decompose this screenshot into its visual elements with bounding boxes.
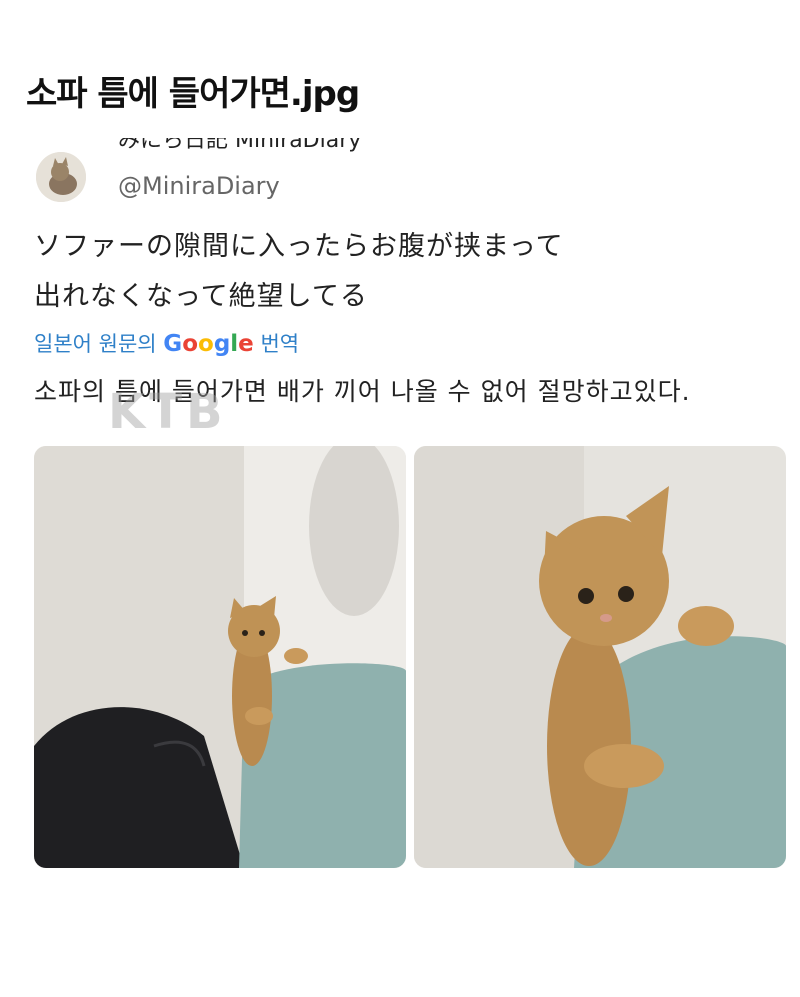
avatar[interactable] <box>36 152 86 202</box>
translation-label-suffix: 번역 <box>260 332 300 356</box>
translation-label[interactable]: 일본어 원문의 Google 번역 <box>34 328 299 358</box>
tweet-display-name[interactable]: みにら日記 MiniraDiary <box>118 138 361 158</box>
cat-photo-right-image <box>414 446 786 868</box>
google-letter: o <box>198 331 214 357</box>
google-letter: l <box>230 331 239 357</box>
post-title: 소파 틈에 들어가면.jpg <box>26 74 360 114</box>
cat-photo-right[interactable] <box>414 446 786 868</box>
tweet-text-line-1: ソファーの隙間に入ったらお腹が挟まって <box>34 231 564 262</box>
tweet-handle[interactable]: @MiniraDiary <box>118 172 280 200</box>
cat-photo-left-image <box>34 446 406 868</box>
cat-avatar-icon <box>36 152 86 202</box>
google-letter: e <box>238 331 254 357</box>
tweet-text-line-2: 出れなくなって絶望してる <box>34 281 368 312</box>
google-letter: o <box>182 331 198 357</box>
translation-label-prefix: 일본어 원문의 <box>34 332 157 356</box>
google-logo-text: Google <box>163 331 253 357</box>
watermark: KTB <box>108 384 227 440</box>
cat-photo-left[interactable] <box>34 446 406 868</box>
google-letter: G <box>163 331 183 357</box>
google-letter: g <box>213 331 231 357</box>
